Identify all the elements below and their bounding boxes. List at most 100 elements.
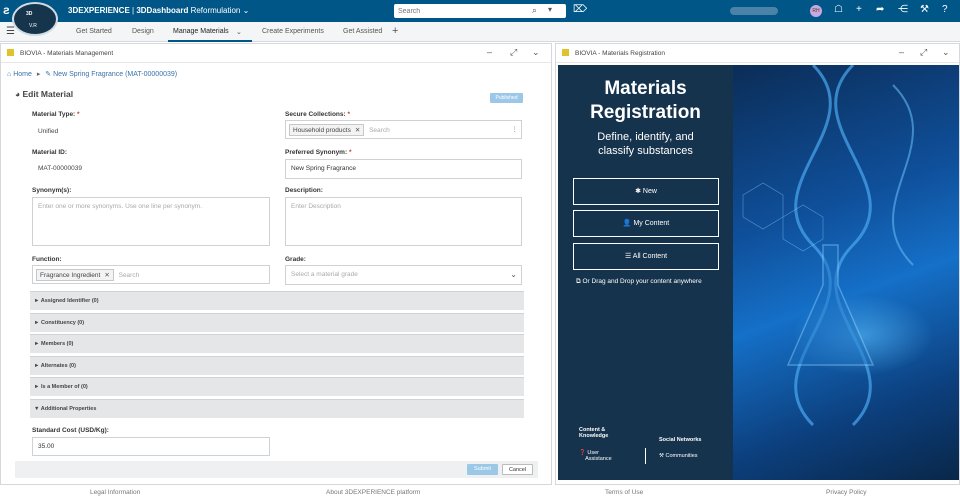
- function-label: Function:: [32, 256, 62, 263]
- brand-name: 3DEXPERIENCE: [68, 6, 130, 15]
- function-chip: Fragrance Ingredient ✕: [36, 269, 114, 281]
- communities-icon: ⚒: [659, 453, 664, 459]
- material-type-label-text: Material Type:: [32, 111, 76, 118]
- maximize-icon[interactable]: ⤢: [510, 47, 517, 58]
- section-alternates[interactable]: ► Alternates (0): [30, 356, 524, 375]
- status-badge: Published: [490, 93, 523, 103]
- remove-chip-icon[interactable]: ✕: [355, 127, 360, 134]
- tab-get-started[interactable]: Get Started: [76, 28, 112, 35]
- tab-create-experiments[interactable]: Create Experiments: [262, 28, 324, 35]
- section-label: Additional Properties: [40, 406, 97, 412]
- chevron-down-icon[interactable]: ⌄: [243, 6, 250, 15]
- collapsed-arrow-icon: ►: [34, 384, 40, 390]
- new-button[interactable]: ✱ New: [573, 178, 719, 205]
- content-heading-line2: Knowledge: [579, 433, 609, 439]
- platform-label: 3DDashboard: [136, 6, 189, 15]
- section-is-member-of[interactable]: ► Is a Member of (0): [30, 377, 524, 396]
- privacy-policy-link[interactable]: Privacy Policy: [826, 489, 866, 496]
- breadcrumb: ⌂ Home ▸ ✎ New Spring Fragrance (MAT-000…: [7, 70, 177, 78]
- secure-collections-search[interactable]: Search: [369, 127, 390, 134]
- chevron-down-icon[interactable]: ⌄: [532, 47, 540, 58]
- required-marker: *: [347, 111, 351, 118]
- all-content-button[interactable]: ☰ All Content: [573, 243, 719, 270]
- section-members[interactable]: ► Members (0): [30, 334, 524, 353]
- button-label: New: [642, 188, 657, 195]
- maximize-icon[interactable]: ⤢: [920, 47, 927, 58]
- material-id-label: Material ID:: [32, 149, 68, 156]
- section-constituency[interactable]: ► Constituency (0): [30, 313, 524, 332]
- social-networks-heading: Social Networks: [659, 437, 702, 443]
- page-title: ◕ Edit Material: [15, 89, 73, 99]
- my-content-button[interactable]: 👤 My Content: [573, 210, 719, 237]
- asterisk-icon: ✱: [635, 188, 641, 195]
- standard-cost-input[interactable]: 35.00: [32, 437, 270, 456]
- tab-manage-materials[interactable]: Manage Materials: [173, 28, 229, 35]
- collapsed-arrow-icon: ►: [34, 341, 40, 347]
- tab-dropdown-icon[interactable]: ⌄: [236, 28, 242, 36]
- more-icon[interactable]: ⋮: [512, 125, 519, 133]
- submit-button[interactable]: Submit: [467, 464, 498, 475]
- description-label: Description:: [285, 187, 323, 194]
- function-field[interactable]: Fragrance Ingredient ✕ Search: [32, 265, 270, 284]
- compass-icon[interactable]: 3D V.R: [12, 2, 58, 36]
- legal-information-link[interactable]: Legal Information: [90, 489, 140, 496]
- communities-link[interactable]: ⚒ Communities: [659, 453, 698, 459]
- terms-of-use-link[interactable]: Terms of Use: [605, 489, 643, 496]
- hero-subtitle: Define, identify, and classify substances: [558, 130, 733, 158]
- section-additional-properties[interactable]: ▼ Additional Properties: [30, 399, 524, 418]
- section-assigned-identifier[interactable]: ► Assigned Identifier (0): [30, 291, 524, 310]
- avatar[interactable]: RH: [810, 5, 822, 17]
- form-actions-bar: [15, 461, 538, 478]
- preferred-synonym-label: Preferred Synonym: *: [285, 149, 351, 156]
- grade-label: Grade:: [285, 256, 306, 263]
- compass-bottom: V.R: [29, 23, 37, 29]
- tab-get-assisted[interactable]: Get Assisted: [343, 28, 382, 35]
- network-icon[interactable]: ⋲: [898, 4, 908, 15]
- preferred-synonym-label-text: Preferred Synonym:: [285, 149, 348, 156]
- ds-logo-icon[interactable]: ƨ: [3, 3, 10, 17]
- cancel-button[interactable]: Cancel: [502, 464, 533, 475]
- share-icon[interactable]: ➦: [876, 4, 884, 15]
- hero-footer: Content & Knowledge ❓ User Assistance Soc…: [558, 420, 733, 480]
- search-input[interactable]: [394, 4, 524, 18]
- chip-label: Household products: [293, 127, 351, 134]
- required-marker: *: [348, 149, 352, 156]
- tag-icon[interactable]: ⌦: [573, 4, 587, 15]
- chevron-down-icon[interactable]: ⌄: [942, 47, 950, 58]
- divider: [645, 448, 646, 464]
- breadcrumb-separator-icon: ▸: [36, 71, 41, 78]
- minimize-icon[interactable]: –: [899, 47, 904, 57]
- synonyms-label: Synonym(s):: [32, 187, 72, 194]
- help-icon[interactable]: ?: [942, 4, 948, 15]
- description-textarea[interactable]: Enter Description: [285, 197, 522, 246]
- app-title[interactable]: 3DEXPERIENCE | 3DDashboard Reformulation…: [68, 6, 249, 15]
- user-assistance-link[interactable]: ❓ User Assistance: [579, 450, 612, 462]
- section-label: Constituency (0): [40, 320, 85, 326]
- search-icon[interactable]: ⌕: [532, 5, 537, 16]
- secure-collections-field[interactable]: Household products ✕ Search ⋮: [285, 120, 522, 139]
- function-search[interactable]: Search: [119, 272, 140, 279]
- collapsed-arrow-icon: ►: [34, 320, 40, 326]
- about-platform-link[interactable]: About 3DEXPERIENCE platform: [326, 489, 420, 496]
- search-dropdown-icon[interactable]: ▾: [548, 5, 552, 14]
- hero-subtitle-line2: classify substances: [598, 145, 693, 157]
- tab-design[interactable]: Design: [132, 28, 154, 35]
- menu-icon[interactable]: ☰: [6, 26, 15, 37]
- list-icon: ☰: [624, 253, 632, 260]
- preferred-synonym-input[interactable]: New Spring Fragrance: [285, 159, 522, 179]
- breadcrumb-home[interactable]: Home: [13, 71, 32, 78]
- materials-registration-panel: BIOVIA - Materials Registration – ⤢ ⌄ Ma…: [555, 43, 960, 485]
- notifications-icon[interactable]: ☖: [834, 4, 843, 15]
- synonyms-textarea[interactable]: Enter one or more synonyms. Use one line…: [32, 197, 270, 246]
- minimize-icon[interactable]: –: [487, 47, 492, 57]
- drag-drop-hint: ⧉ Or Drag and Drop your content anywhere: [576, 278, 702, 286]
- home-icon[interactable]: ⌂: [7, 71, 11, 78]
- remove-chip-icon[interactable]: ✕: [104, 272, 109, 279]
- add-icon[interactable]: +: [856, 4, 862, 15]
- grade-select[interactable]: Select a material grade ⌄: [285, 265, 522, 285]
- user-name[interactable]: [730, 7, 778, 15]
- expanded-arrow-icon: ▼: [34, 406, 40, 412]
- apps-icon[interactable]: ⚒: [920, 4, 929, 15]
- breadcrumb-current[interactable]: New Spring Fragrance (MAT-00000039): [53, 71, 177, 78]
- add-tab-icon[interactable]: +: [392, 25, 398, 37]
